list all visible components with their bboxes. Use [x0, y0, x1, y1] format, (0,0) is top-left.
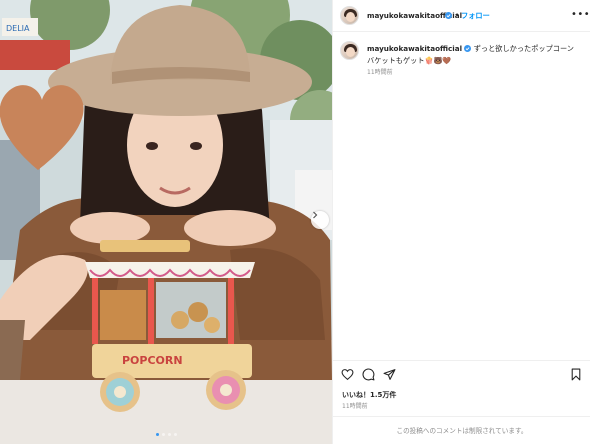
svg-text:POPCORN: POPCORN [122, 354, 183, 367]
post-media[interactable]: DELIA POPCORN [0, 0, 332, 444]
heart-icon[interactable] [341, 368, 354, 381]
caption-avatar[interactable] [340, 41, 359, 60]
carousel-dot [155, 433, 159, 436]
next-button[interactable] [311, 211, 329, 229]
separator-dot: • [455, 11, 460, 19]
avatar[interactable] [340, 6, 359, 25]
follow-button[interactable]: フォロー [461, 11, 490, 21]
carousel-dot [173, 433, 177, 436]
instagram-post-view: DELIA POPCORN mayukokawakitaofficial • フ… [0, 0, 590, 444]
like-count[interactable]: いいね！1.5万件 [342, 390, 396, 400]
post-side-panel: mayukokawakitaofficial • フォロー ••• mayuko… [332, 0, 590, 444]
next-arrow-icon [313, 211, 318, 219]
post-time[interactable]: 11時間前 [342, 401, 368, 410]
verified-badge-icon [445, 12, 452, 19]
caption-username[interactable]: mayukokawakitaofficial [367, 44, 462, 53]
comment-icon[interactable] [362, 368, 375, 381]
carousel-dot [167, 433, 171, 436]
bookmark-icon[interactable] [570, 368, 582, 381]
post-photo: DELIA POPCORN [0, 0, 332, 444]
carousel-dot [161, 433, 165, 436]
svg-text:DELIA: DELIA [6, 24, 30, 33]
caption-time: 11時間前 [367, 69, 393, 76]
post-actions: いいね！1.5万件 11時間前 この投稿へのコメントは制限されています。 [333, 360, 590, 444]
verified-badge-icon [464, 45, 472, 52]
share-icon[interactable] [383, 368, 396, 381]
post-header: mayukokawakitaofficial • フォロー ••• [333, 0, 590, 32]
caption: mayukokawakitaofficial ずっと欲しかったポップコーンバケッ… [367, 43, 579, 67]
carousel-indicator [0, 433, 332, 436]
comments-restricted-notice: この投稿へのコメントは制限されています。 [333, 416, 590, 445]
more-options-button[interactable]: ••• [571, 10, 590, 20]
